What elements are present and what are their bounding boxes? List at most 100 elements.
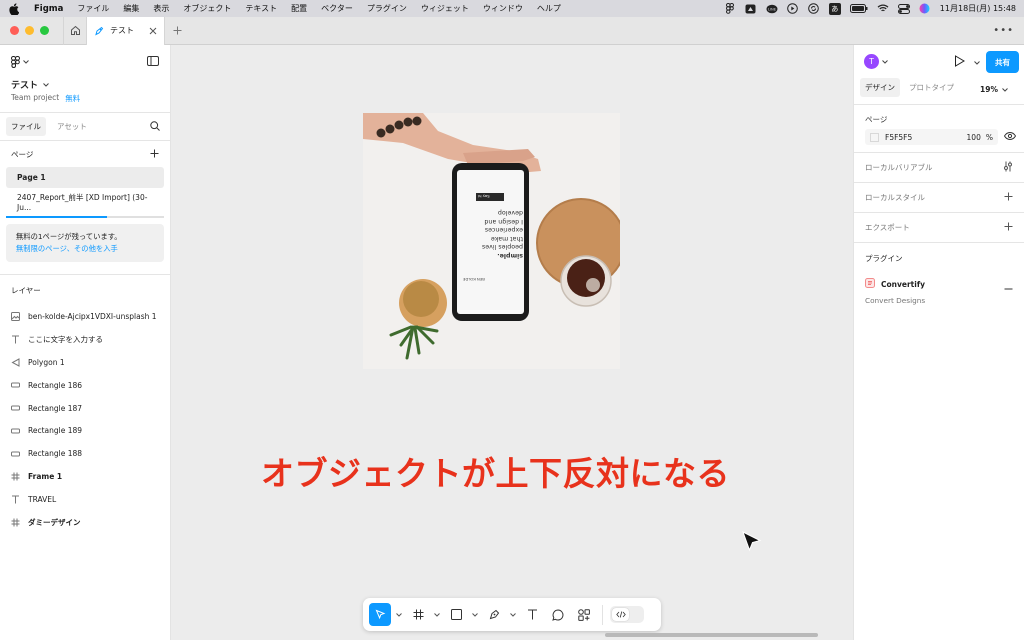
dev-mode-toggle[interactable] — [610, 606, 644, 623]
menu-help[interactable]: ヘルプ — [537, 3, 561, 14]
layer-item[interactable]: Rectangle 188 — [0, 442, 170, 465]
rectangle-icon — [11, 426, 20, 435]
main-menu-button[interactable] — [11, 56, 29, 68]
present-play-icon[interactable] — [954, 55, 965, 69]
canvas[interactable]: simple. peoples lives that make experien… — [171, 45, 1006, 640]
battery-icon[interactable] — [849, 4, 868, 14]
plan-badge[interactable]: 無料 — [65, 93, 80, 104]
local-styles-label[interactable]: ローカルスタイル — [865, 192, 925, 203]
bottom-toolbar — [363, 598, 661, 631]
text-tool-button[interactable] — [521, 603, 543, 626]
menu-edit[interactable]: 編集 — [123, 3, 139, 14]
search-icon[interactable] — [150, 121, 160, 133]
layer-item[interactable]: Polygon 1 — [0, 351, 170, 374]
add-page-icon[interactable] — [150, 149, 159, 160]
fill-hex-value[interactable]: F5F5F5 — [885, 133, 961, 142]
home-button[interactable] — [63, 16, 87, 45]
input-mode-indicator[interactable]: あ — [828, 2, 841, 15]
upgrade-link[interactable]: 無制限のページ、その他を入手 — [16, 243, 154, 255]
menu-file[interactable]: ファイル — [77, 3, 109, 14]
avatar[interactable]: T — [864, 54, 879, 69]
add-style-icon[interactable] — [1004, 192, 1013, 203]
comment-icon — [552, 608, 564, 621]
add-export-icon[interactable] — [1004, 222, 1013, 233]
comment-tool-button[interactable] — [547, 603, 569, 626]
more-options-icon[interactable]: ••• — [993, 25, 1014, 36]
minus-icon[interactable] — [1004, 283, 1013, 292]
phone-caption: BEN KOLDE — [463, 277, 485, 282]
layer-item[interactable]: ben-kolde-Ajcipx1VDXI-unsplash 1 — [0, 305, 170, 328]
plugins-heading: プラグイン — [865, 253, 903, 263]
layer-item[interactable]: Rectangle 187 — [0, 397, 170, 420]
plugin-convertify[interactable]: Convertify — [854, 275, 1024, 293]
tab-prototype[interactable]: プロトタイプ — [904, 78, 959, 97]
page-limit-progress — [6, 216, 164, 218]
phone-text-line: I design and — [484, 218, 523, 225]
move-tool-button[interactable] — [369, 603, 391, 626]
chevron-down-icon[interactable] — [395, 612, 403, 617]
app-menu[interactable]: Figma — [34, 4, 63, 14]
menubar-clock[interactable]: 11月18日(月) 15:48 — [940, 3, 1016, 14]
menu-text[interactable]: テキスト — [245, 3, 277, 14]
upside-down-photo[interactable]: simple. peoples lives that make experien… — [363, 113, 620, 369]
tab-design[interactable]: デザイン — [860, 78, 900, 97]
file-tab[interactable]: テスト — [87, 16, 165, 45]
frame-tool-button[interactable] — [407, 603, 429, 626]
layer-item[interactable]: ここに文字を入力する — [0, 328, 170, 351]
menu-object[interactable]: オブジェクト — [183, 3, 231, 14]
fill-opacity-value[interactable]: 100 — [967, 133, 981, 142]
menu-window[interactable]: ウィンドウ — [483, 3, 523, 14]
layer-item[interactable]: Rectangle 189 — [0, 419, 170, 442]
home-icon — [70, 25, 80, 35]
close-window-button[interactable] — [10, 26, 19, 35]
layers-heading: レイヤー — [11, 285, 41, 295]
figma-tray-icon[interactable] — [724, 3, 736, 14]
chevron-down-icon[interactable] — [882, 57, 888, 66]
drive-icon[interactable] — [745, 4, 757, 14]
export-label[interactable]: エクスポート — [865, 222, 910, 233]
menu-widgets[interactable]: ウィジェット — [421, 3, 469, 14]
layer-item[interactable]: ダミーデザイン — [0, 511, 170, 534]
zoom-window-button[interactable] — [40, 26, 49, 35]
layer-item[interactable]: Frame 1 — [0, 465, 170, 488]
apple-icon[interactable] — [8, 2, 20, 15]
team-name[interactable]: Team project — [11, 93, 59, 104]
menu-plugins[interactable]: プラグイン — [367, 3, 407, 14]
control-center-icon[interactable] — [897, 3, 910, 14]
sync-icon[interactable] — [808, 3, 820, 14]
layer-item[interactable]: Rectangle 186 — [0, 374, 170, 397]
chevron-down-icon[interactable] — [471, 612, 479, 617]
color-swatch[interactable] — [870, 132, 879, 142]
tab-assets[interactable]: アセット — [52, 117, 92, 136]
media-play-icon[interactable] — [787, 3, 799, 14]
file-name-button[interactable]: テスト — [11, 78, 49, 91]
wifi-icon[interactable] — [877, 4, 889, 14]
page-item-report[interactable]: 2407_Report_前半 [XD Import] (30-Ju... — [6, 191, 164, 212]
menu-vector[interactable]: ベクター — [321, 3, 353, 14]
eye-icon[interactable] — [1003, 131, 1017, 142]
new-tab-button[interactable] — [165, 17, 189, 45]
zoom-level: 19% — [980, 85, 998, 94]
resources-tool-button[interactable] — [573, 603, 595, 626]
horizontal-scrollbar[interactable] — [605, 633, 818, 637]
tab-file[interactable]: ファイル — [6, 117, 46, 136]
siri-icon[interactable] — [919, 3, 931, 14]
line-icon[interactable]: LINE — [766, 4, 778, 14]
minimize-window-button[interactable] — [25, 26, 34, 35]
layer-item[interactable]: TRAVEL — [0, 488, 170, 511]
share-button[interactable]: 共有 — [986, 51, 1019, 73]
adjust-icon[interactable] — [1003, 161, 1013, 174]
page-item-page1[interactable]: Page 1 — [6, 167, 164, 188]
close-icon[interactable] — [149, 27, 157, 35]
chevron-down-icon[interactable] — [509, 612, 517, 617]
chevron-down-icon[interactable] — [433, 612, 441, 617]
menu-arrange[interactable]: 配置 — [291, 3, 307, 14]
zoom-control[interactable]: 19% — [980, 85, 1008, 94]
pen-tool-button[interactable] — [483, 603, 505, 626]
sidebar-toggle-button[interactable] — [147, 56, 159, 68]
local-variables-label[interactable]: ローカルバリアブル — [865, 162, 933, 173]
chevron-down-icon[interactable] — [974, 58, 980, 67]
menu-view[interactable]: 表示 — [153, 3, 169, 14]
page-background-fill[interactable]: F5F5F5 100 % — [865, 129, 998, 145]
shape-tool-button[interactable] — [445, 603, 467, 626]
